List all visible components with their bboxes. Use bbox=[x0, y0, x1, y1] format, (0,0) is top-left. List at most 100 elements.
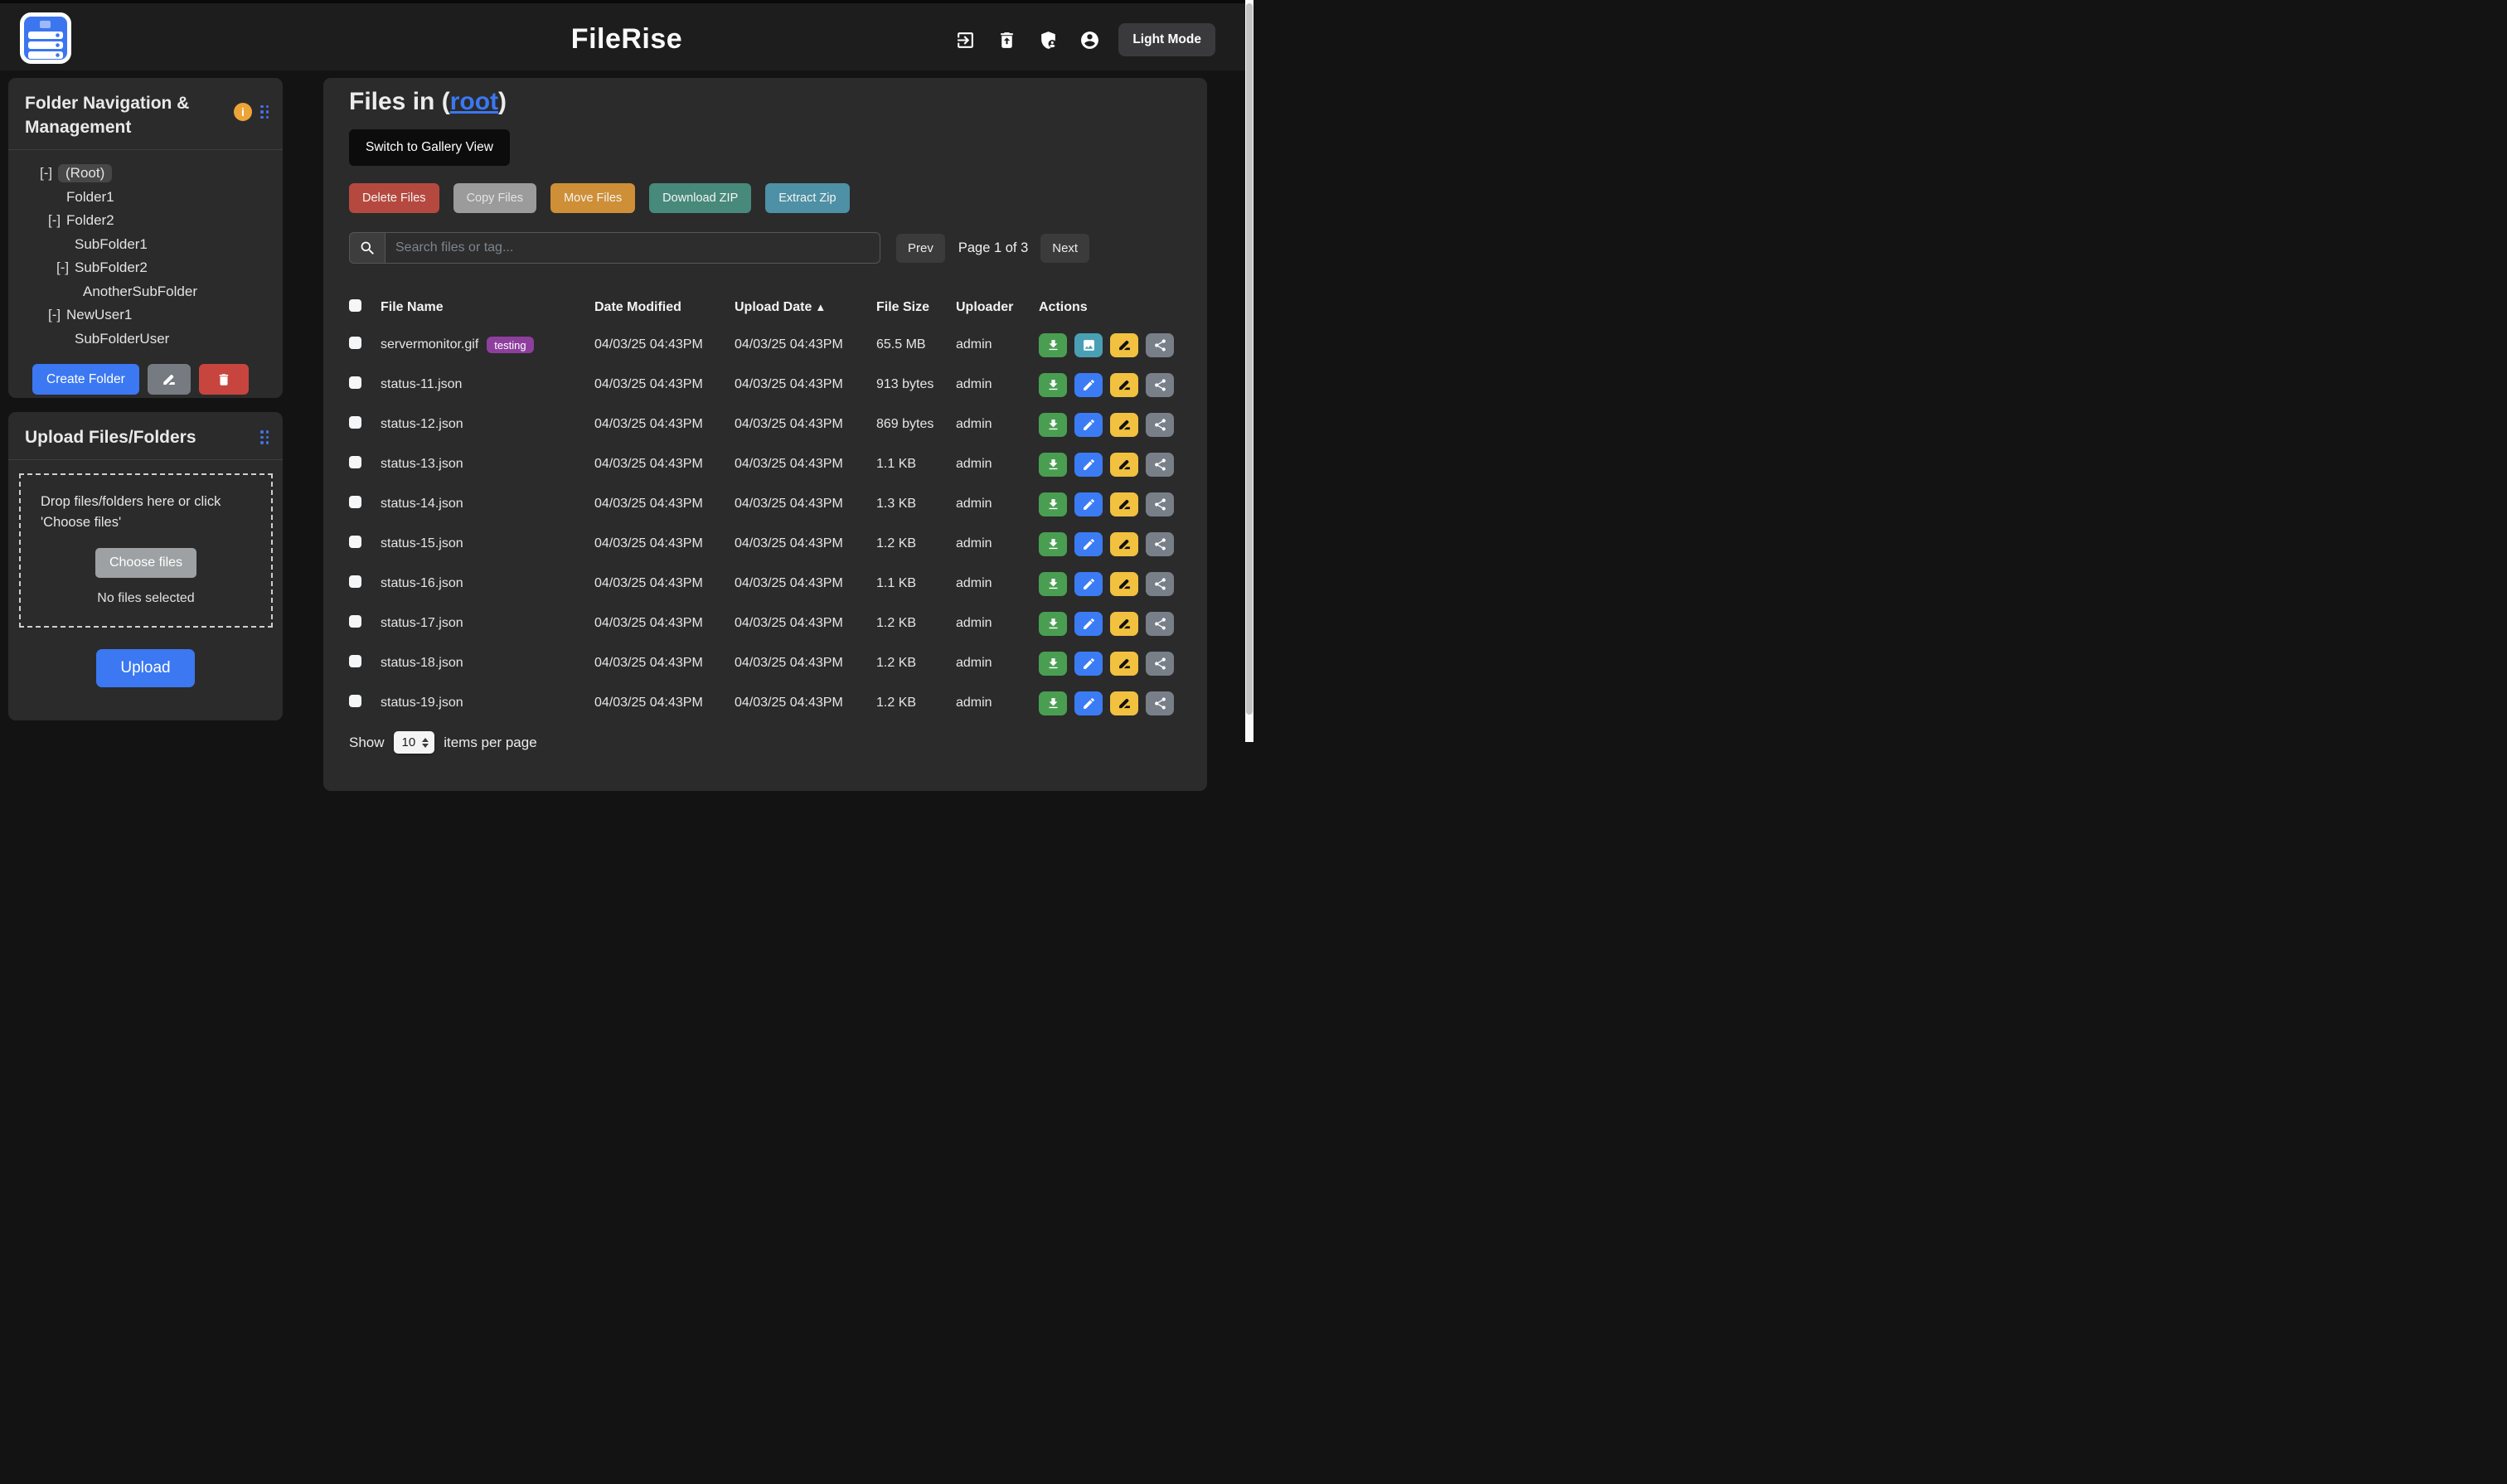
edit-button[interactable] bbox=[1074, 572, 1103, 596]
column-header-file-name[interactable]: File Name bbox=[381, 300, 594, 315]
edit-button[interactable] bbox=[1074, 652, 1103, 676]
edit-button[interactable] bbox=[1074, 532, 1103, 556]
rename-button[interactable] bbox=[1110, 612, 1138, 636]
share-icon bbox=[1153, 378, 1167, 392]
copy-files-button[interactable]: Copy Files bbox=[453, 183, 537, 213]
rename-button[interactable] bbox=[1110, 532, 1138, 556]
row-checkbox[interactable] bbox=[349, 456, 361, 468]
edit-button[interactable] bbox=[1074, 373, 1103, 397]
share-button[interactable] bbox=[1146, 373, 1174, 397]
share-button[interactable] bbox=[1146, 492, 1174, 516]
column-header-upload-date[interactable]: Upload Date▲ bbox=[735, 300, 876, 315]
tree-item-subfolder2[interactable]: [-]SubFolder2 bbox=[8, 256, 271, 280]
edit-button[interactable] bbox=[1074, 453, 1103, 477]
download-button[interactable] bbox=[1039, 652, 1067, 676]
search-button[interactable] bbox=[349, 232, 385, 264]
tree-item-anothersubfolder[interactable]: AnotherSubFolder bbox=[8, 280, 271, 304]
extract-zip-button[interactable]: Extract Zip bbox=[765, 183, 849, 213]
rename-folder-button[interactable] bbox=[148, 364, 191, 395]
tree-item-subfolderuser[interactable]: SubFolderUser bbox=[8, 327, 271, 352]
share-button[interactable] bbox=[1146, 453, 1174, 477]
file-dropzone[interactable]: Drop files/folders here or click 'Choose… bbox=[19, 473, 273, 628]
move-files-button[interactable]: Move Files bbox=[550, 183, 635, 213]
edit-button[interactable] bbox=[1074, 492, 1103, 516]
preview-button[interactable] bbox=[1074, 333, 1103, 357]
tree-item-subfolder1[interactable]: SubFolder1 bbox=[8, 233, 271, 257]
column-header-date-modified[interactable]: Date Modified bbox=[594, 300, 735, 315]
share-button[interactable] bbox=[1146, 333, 1174, 357]
delete-files-button[interactable]: Delete Files bbox=[349, 183, 439, 213]
info-icon[interactable]: i bbox=[234, 103, 252, 121]
logout-button[interactable] bbox=[953, 27, 977, 52]
upload-panel-title: Upload Files/Folders bbox=[25, 425, 266, 449]
tree-collapse-toggle[interactable]: [-] bbox=[48, 307, 66, 323]
upload-button[interactable]: Upload bbox=[96, 649, 194, 687]
row-checkbox[interactable] bbox=[349, 536, 361, 548]
rename-button[interactable] bbox=[1110, 572, 1138, 596]
tree-collapse-toggle[interactable]: [-] bbox=[56, 259, 75, 276]
column-header-uploader[interactable]: Uploader bbox=[956, 300, 1039, 315]
light-mode-toggle[interactable]: Light Mode bbox=[1118, 23, 1215, 56]
scrollbar-thumb[interactable] bbox=[1246, 3, 1253, 715]
download-button[interactable] bbox=[1039, 691, 1067, 715]
tree-collapse-toggle[interactable]: [-] bbox=[40, 165, 58, 182]
row-checkbox[interactable] bbox=[349, 695, 361, 707]
rename-button[interactable] bbox=[1110, 413, 1138, 437]
page-scrollbar[interactable] bbox=[1245, 0, 1254, 742]
share-button[interactable] bbox=[1146, 652, 1174, 676]
items-per-page-select[interactable]: 10 bbox=[394, 731, 435, 754]
rename-button[interactable] bbox=[1110, 453, 1138, 477]
rename-button[interactable] bbox=[1110, 652, 1138, 676]
download-button[interactable] bbox=[1039, 492, 1067, 516]
download-button[interactable] bbox=[1039, 333, 1067, 357]
row-checkbox[interactable] bbox=[349, 416, 361, 429]
download-button[interactable] bbox=[1039, 413, 1067, 437]
tree-item-folder1[interactable]: Folder1 bbox=[8, 186, 271, 210]
sort-ascending-icon: ▲ bbox=[815, 301, 826, 313]
prev-page-button[interactable]: Prev bbox=[896, 234, 945, 263]
rename-button[interactable] bbox=[1110, 492, 1138, 516]
next-page-button[interactable]: Next bbox=[1040, 234, 1089, 263]
root-folder-link[interactable]: root bbox=[450, 88, 498, 115]
tree-item-folder2[interactable]: [-]Folder2 bbox=[8, 209, 271, 233]
rename-button[interactable] bbox=[1110, 691, 1138, 715]
rename-button[interactable] bbox=[1110, 333, 1138, 357]
drag-handle-icon[interactable] bbox=[260, 105, 271, 119]
delete-folder-button[interactable] bbox=[199, 364, 249, 395]
download-button[interactable] bbox=[1039, 532, 1067, 556]
row-checkbox[interactable] bbox=[349, 496, 361, 508]
share-button[interactable] bbox=[1146, 691, 1174, 715]
download-button[interactable] bbox=[1039, 572, 1067, 596]
tree-collapse-toggle[interactable]: [-] bbox=[48, 212, 66, 229]
create-folder-button[interactable]: Create Folder bbox=[32, 364, 139, 395]
edit-button[interactable] bbox=[1074, 691, 1103, 715]
edit-button[interactable] bbox=[1074, 413, 1103, 437]
share-icon bbox=[1153, 458, 1167, 472]
download-button[interactable] bbox=[1039, 612, 1067, 636]
account-button[interactable] bbox=[1077, 27, 1102, 52]
select-all-checkbox[interactable] bbox=[349, 299, 361, 312]
row-checkbox[interactable] bbox=[349, 655, 361, 667]
search-input[interactable] bbox=[385, 232, 880, 264]
drag-handle-icon[interactable] bbox=[260, 430, 271, 444]
share-button[interactable] bbox=[1146, 572, 1174, 596]
download-button[interactable] bbox=[1039, 453, 1067, 477]
tree-item-root[interactable]: [-](Root) bbox=[8, 162, 271, 186]
download-button[interactable] bbox=[1039, 373, 1067, 397]
trash-restore-button[interactable] bbox=[994, 27, 1019, 52]
choose-files-button[interactable]: Choose files bbox=[95, 548, 196, 578]
rename-button[interactable] bbox=[1110, 373, 1138, 397]
row-checkbox[interactable] bbox=[349, 376, 361, 389]
share-button[interactable] bbox=[1146, 532, 1174, 556]
row-checkbox[interactable] bbox=[349, 575, 361, 588]
edit-button[interactable] bbox=[1074, 612, 1103, 636]
switch-gallery-view-button[interactable]: Switch to Gallery View bbox=[349, 129, 510, 166]
admin-panel-button[interactable] bbox=[1035, 27, 1060, 52]
download-zip-button[interactable]: Download ZIP bbox=[649, 183, 751, 213]
row-checkbox[interactable] bbox=[349, 337, 361, 349]
tree-item-newuser1[interactable]: [-]NewUser1 bbox=[8, 303, 271, 327]
column-header-file-size[interactable]: File Size bbox=[876, 300, 956, 315]
share-button[interactable] bbox=[1146, 612, 1174, 636]
row-checkbox[interactable] bbox=[349, 615, 361, 628]
share-button[interactable] bbox=[1146, 413, 1174, 437]
